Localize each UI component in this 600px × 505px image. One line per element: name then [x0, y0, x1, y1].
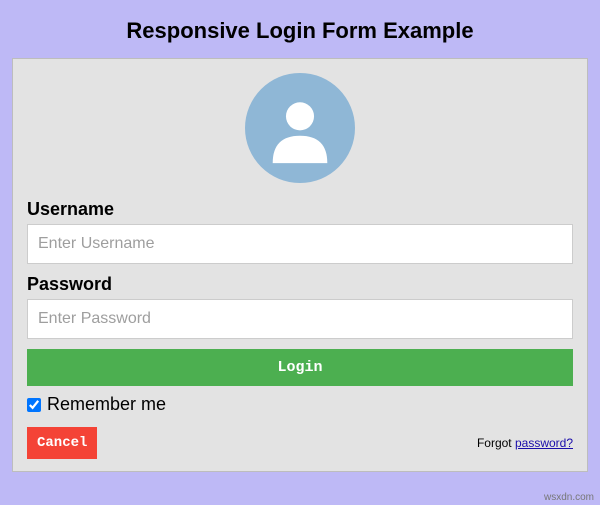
forgot-prefix: Forgot	[477, 436, 515, 450]
avatar-icon	[245, 73, 355, 183]
username-input[interactable]	[27, 224, 573, 264]
forgot-text: Forgot password?	[477, 436, 573, 450]
login-button[interactable]: Login	[27, 349, 573, 386]
remember-checkbox[interactable]	[27, 398, 41, 412]
remember-row: Remember me	[27, 394, 573, 415]
page-title: Responsive Login Form Example	[12, 8, 588, 58]
username-label: Username	[27, 199, 573, 220]
watermark: wsxdn.com	[544, 492, 594, 503]
avatar-wrap	[27, 69, 573, 199]
password-input[interactable]	[27, 299, 573, 339]
remember-label: Remember me	[47, 394, 166, 415]
bottom-row: Cancel Forgot password?	[27, 427, 573, 459]
cancel-button[interactable]: Cancel	[27, 427, 97, 459]
forgot-password-link[interactable]: password?	[515, 436, 573, 450]
password-label: Password	[27, 274, 573, 295]
login-form: Username Password Login Remember me Canc…	[12, 58, 588, 472]
